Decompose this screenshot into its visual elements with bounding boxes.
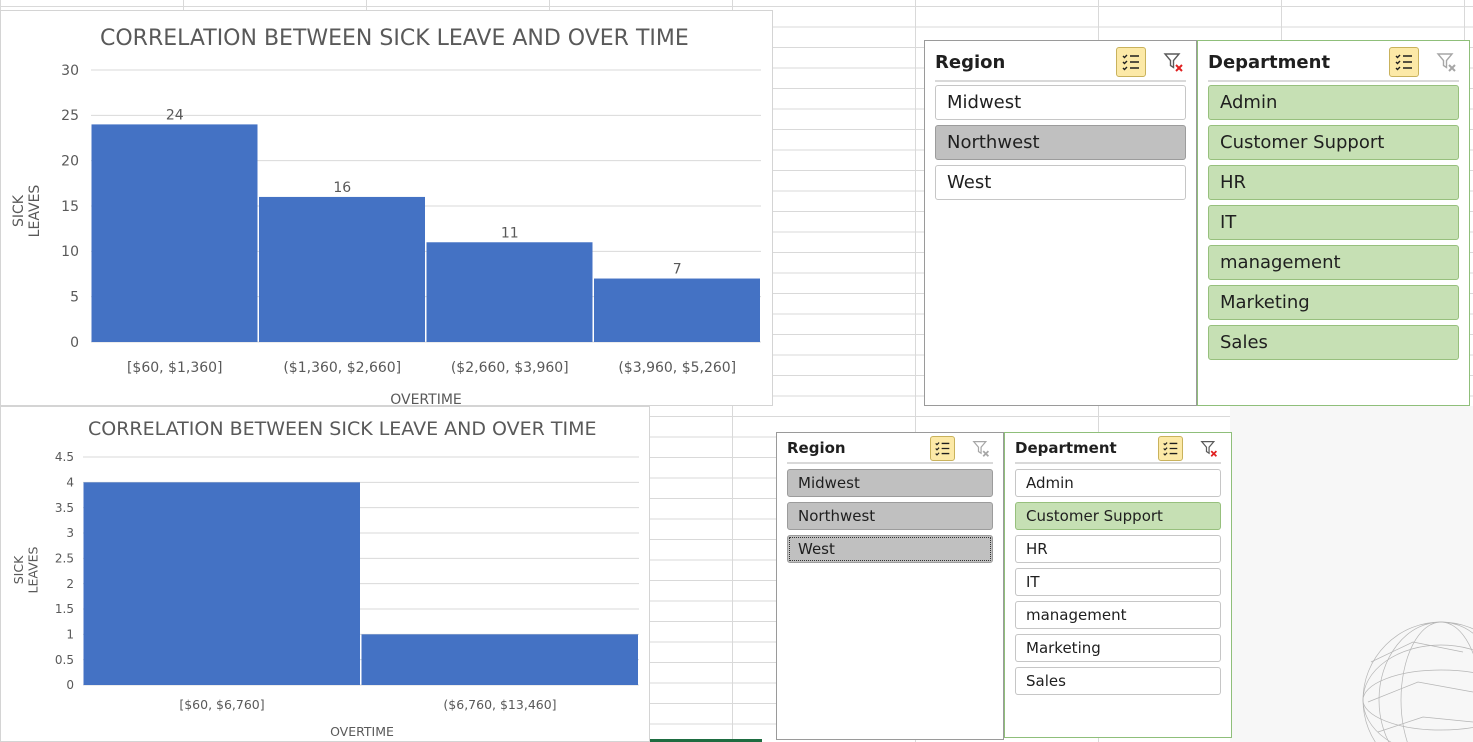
region-slicer-bottom[interactable]: Region Midwest Northwest West [776, 432, 1004, 740]
y-tick-label: 3 [66, 526, 74, 540]
y-tick-label: 1 [66, 628, 74, 642]
x-axis-title: OVERTIME [390, 392, 462, 407]
slicer-items: Admin Customer Support HR IT management Marke… [1208, 85, 1459, 365]
globe-decoration-icon [1362, 621, 1473, 742]
y-tick-label: 5 [70, 290, 79, 306]
bar [426, 242, 593, 342]
bar [594, 278, 760, 342]
chart-sick-leave-overtime-top[interactable]: CORRELATION BETWEEN SICK LEAVE AND OVER … [0, 10, 773, 407]
clear-filter-icon-disabled [969, 436, 993, 460]
slicer-title: Department [1015, 439, 1117, 457]
y-tick-label: 3.5 [55, 501, 74, 515]
slicer-item-west[interactable]: West [935, 165, 1186, 200]
y-axis-title-word: LEAVES [25, 546, 40, 593]
x-category-label: ($2,660, $3,960] [451, 360, 569, 376]
y-axis-title-word: LEAVES [27, 185, 43, 238]
y-axis-title-word: SICK [11, 555, 26, 584]
slicer-item-marketing[interactable]: Marketing [1015, 634, 1221, 662]
y-tick-label: 25 [61, 108, 79, 124]
bar [83, 482, 360, 685]
y-tick-label: 4.5 [55, 450, 74, 464]
y-axis-title-word: SICK [11, 194, 27, 227]
slicer-item-management[interactable]: management [1208, 245, 1459, 280]
slicer-title: Department [1208, 51, 1331, 73]
slicer-items: Midwest Northwest West [935, 85, 1186, 205]
x-category-label: ($1,360, $2,660] [283, 360, 401, 376]
clear-filter-icon[interactable] [1162, 50, 1186, 74]
region-slicer-top[interactable]: Region Midwest Northwest West [924, 40, 1197, 406]
slicer-item-it[interactable]: IT [1208, 205, 1459, 240]
clear-filter-icon[interactable] [1197, 436, 1221, 460]
y-tick-label: 4 [66, 476, 74, 490]
y-tick-label: 10 [61, 244, 79, 260]
x-axis-title: OVERTIME [330, 724, 394, 739]
slicer-items: Midwest Northwest West [787, 469, 993, 568]
y-tick-label: 1.5 [55, 602, 74, 616]
department-slicer-bottom[interactable]: Department Admin Customer Support HR IT mana… [1004, 432, 1232, 738]
chart-title: CORRELATION BETWEEN SICK LEAVE AND OVER … [100, 26, 689, 51]
slicer-item-sales[interactable]: Sales [1208, 325, 1459, 360]
x-category-label: [$60, $1,360] [127, 360, 223, 376]
y-axis-title-text: SICKLEAVES [11, 546, 40, 593]
slicer-header: Department [1015, 434, 1221, 464]
x-category-label: [$60, $6,760] [179, 697, 264, 712]
slicer-item-hr[interactable]: HR [1015, 535, 1221, 563]
y-tick-label: 15 [61, 199, 79, 215]
chart-title: CORRELATION BETWEEN SICK LEAVE AND OVER … [88, 418, 596, 440]
y-tick-label: 30 [61, 63, 79, 79]
slicer-item-customer-support[interactable]: Customer Support [1015, 502, 1221, 530]
slicer-item-midwest[interactable]: Midwest [935, 85, 1186, 120]
clear-filter-icon-disabled [1435, 50, 1459, 74]
slicer-item-customer-support[interactable]: Customer Support [1208, 125, 1459, 160]
slicer-item-hr[interactable]: HR [1208, 165, 1459, 200]
slicer-item-northwest[interactable]: Northwest [787, 502, 993, 530]
y-tick-label: 2.5 [55, 552, 74, 566]
multi-select-icon[interactable] [1116, 47, 1146, 77]
slicer-item-sales[interactable]: Sales [1015, 667, 1221, 695]
data-label: 7 [673, 262, 682, 278]
slicer-item-midwest[interactable]: Midwest [787, 469, 993, 497]
slicer-item-admin[interactable]: Admin [1208, 85, 1459, 120]
slicer-item-management[interactable]: management [1015, 601, 1221, 629]
multi-select-icon[interactable] [1158, 435, 1183, 461]
multi-select-icon[interactable] [930, 435, 955, 461]
y-axis-title-text: SICKLEAVES [11, 185, 43, 238]
y-axis-title: SICKLEAVES [11, 185, 43, 238]
slicer-header: Region [787, 434, 993, 464]
multi-select-icon[interactable] [1389, 47, 1419, 77]
y-tick-label: 0 [70, 335, 79, 351]
chart-sick-leave-overtime-bottom[interactable]: CORRELATION BETWEEN SICK LEAVE AND OVER … [0, 406, 650, 742]
bar [361, 634, 638, 685]
slicer-title: Region [935, 51, 1006, 73]
slicer-item-it[interactable]: IT [1015, 568, 1221, 596]
bar [259, 196, 425, 342]
slicer-item-marketing[interactable]: Marketing [1208, 285, 1459, 320]
data-label: 11 [501, 225, 519, 241]
y-tick-label: 20 [61, 154, 79, 170]
data-label: 24 [166, 107, 184, 123]
slicer-header: Department [1208, 44, 1459, 82]
y-tick-label: 0 [66, 678, 74, 692]
chart-top-svg: CORRELATION BETWEEN SICK LEAVE AND OVER … [11, 26, 761, 407]
slicer-item-northwest[interactable]: Northwest [935, 125, 1186, 160]
slicer-header: Region [935, 44, 1186, 82]
slicer-title: Region [787, 439, 846, 457]
data-label: 16 [333, 180, 351, 196]
y-tick-label: 0.5 [55, 653, 74, 667]
slicer-item-west[interactable]: West [787, 535, 993, 563]
x-category-label: ($3,960, $5,260] [618, 360, 736, 376]
slicer-item-admin[interactable]: Admin [1015, 469, 1221, 497]
y-axis-title: SICKLEAVES [11, 546, 40, 593]
x-category-label: ($6,760, $13,460] [443, 697, 556, 712]
chart-bottom-svg: CORRELATION BETWEEN SICK LEAVE AND OVER … [11, 418, 639, 739]
slicer-items: Admin Customer Support HR IT management Marke… [1015, 469, 1221, 700]
bar [91, 124, 258, 343]
department-slicer-top[interactable]: Department Admin Customer Support HR IT mana… [1197, 40, 1470, 406]
y-tick-label: 2 [66, 577, 74, 591]
